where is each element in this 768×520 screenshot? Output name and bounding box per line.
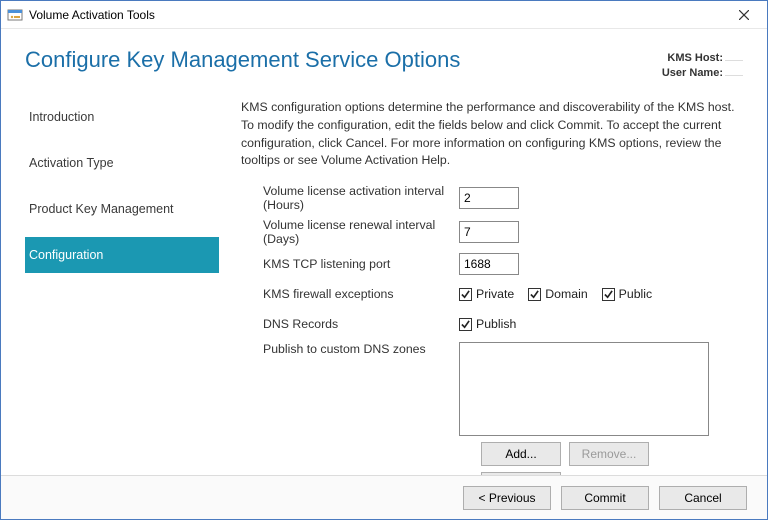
cancel-button[interactable]: Cancel: [659, 486, 747, 510]
dns-publish-label: Publish: [476, 317, 516, 331]
page-title: Configure Key Management Service Options: [25, 47, 653, 73]
firewall-domain-checkbox[interactable]: Domain: [528, 287, 587, 301]
renewal-interval-label: Volume license renewal interval (Days): [241, 218, 459, 246]
host-info: KMS Host: User Name:: [653, 47, 743, 81]
firewall-private-label: Private: [476, 287, 514, 301]
nav-item-configuration[interactable]: Configuration: [25, 237, 219, 273]
dns-publish-checkbox[interactable]: Publish: [459, 317, 516, 331]
checkbox-icon: [602, 288, 615, 301]
firewall-public-checkbox[interactable]: Public: [602, 287, 653, 301]
tcp-port-input[interactable]: [459, 253, 519, 275]
titlebar: Volume Activation Tools: [1, 1, 767, 29]
checkbox-icon: [459, 318, 472, 331]
add-button[interactable]: Add...: [481, 442, 561, 466]
remove-button[interactable]: Remove...: [569, 442, 649, 466]
firewall-public-label: Public: [619, 287, 653, 301]
footer: < Previous Commit Cancel: [1, 475, 767, 519]
previous-button[interactable]: < Previous: [463, 486, 551, 510]
dns-records-label: DNS Records: [241, 317, 459, 331]
app-icon: [7, 7, 23, 23]
user-name-label: User Name:: [662, 67, 723, 79]
kms-host-value: [725, 60, 743, 61]
nav-item-product-key-management[interactable]: Product Key Management: [25, 191, 219, 227]
firewall-private-checkbox[interactable]: Private: [459, 287, 514, 301]
firewall-domain-label: Domain: [545, 287, 587, 301]
kms-host-label: KMS Host:: [667, 52, 723, 64]
firewall-label: KMS firewall exceptions: [241, 287, 459, 301]
checkbox-icon: [528, 288, 541, 301]
commit-button[interactable]: Commit: [561, 486, 649, 510]
window-title: Volume Activation Tools: [29, 8, 155, 22]
body: Configure Key Management Service Options…: [1, 29, 767, 475]
custom-dns-label: Publish to custom DNS zones: [241, 342, 459, 356]
activation-interval-input[interactable]: [459, 187, 519, 209]
user-name-value: [725, 75, 743, 76]
custom-dns-listbox[interactable]: [459, 342, 709, 436]
activation-interval-label: Volume license activation interval (Hour…: [241, 184, 459, 212]
close-icon: [739, 10, 749, 20]
checkbox-icon: [459, 288, 472, 301]
description: KMS configuration options determine the …: [241, 99, 743, 170]
main-panel: KMS configuration options determine the …: [219, 99, 743, 496]
nav: Introduction Activation Type Product Key…: [25, 99, 219, 496]
renewal-interval-input[interactable]: [459, 221, 519, 243]
window: Volume Activation Tools Configure Key Ma…: [0, 0, 768, 520]
tcp-port-label: KMS TCP listening port: [241, 257, 459, 271]
nav-item-activation-type[interactable]: Activation Type: [25, 145, 219, 181]
close-button[interactable]: [727, 4, 761, 26]
nav-item-introduction[interactable]: Introduction: [25, 99, 219, 135]
